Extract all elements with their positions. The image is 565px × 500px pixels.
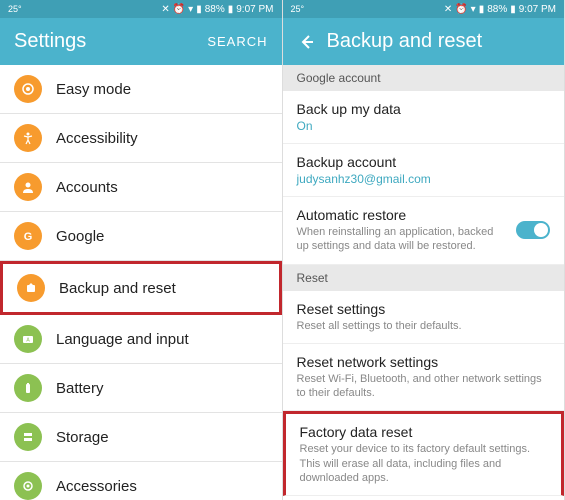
setting-factory-reset[interactable]: Factory data reset Reset your device to …: [283, 411, 565, 496]
item-storage[interactable]: Storage: [0, 413, 282, 462]
accessibility-icon: [14, 124, 42, 152]
accessories-icon: [14, 472, 42, 500]
statusbar-right: ✕ ⏰ ▾ ▮ 88% ▮ 9:07 PM: [444, 4, 556, 15]
alarm-icon: ⏰: [173, 4, 185, 15]
search-button[interactable]: SEARCH: [207, 34, 267, 49]
alarm-icon: ⏰: [455, 4, 467, 15]
page-title: Backup and reset: [327, 30, 483, 53]
setting-sub: Reset Wi-Fi, Bluetooth, and other networ…: [297, 372, 551, 401]
mute-icon: ✕: [444, 4, 452, 15]
battery-pct: 88%: [205, 4, 225, 15]
battery-icon: ▮: [228, 4, 234, 15]
setting-reset-settings[interactable]: Reset settings Reset all settings to the…: [283, 291, 565, 344]
statusbar-temp: 25°: [8, 4, 22, 14]
setting-title: Reset settings: [297, 301, 551, 317]
signal-icon: ▮: [196, 4, 202, 15]
item-label: Accounts: [56, 179, 118, 196]
setting-backup-account[interactable]: Backup account judysanhz30@gmail.com: [283, 144, 565, 197]
easy-mode-icon: [14, 75, 42, 103]
item-label: Language and input: [56, 331, 189, 348]
settings-header: Settings SEARCH: [0, 18, 282, 65]
statusbar: 25° ✕ ⏰ ▾ ▮ 88% ▮ 9:07 PM: [283, 0, 565, 18]
section-google-account: Google account: [283, 65, 565, 91]
backup-reset-icon: [17, 274, 45, 302]
setting-title: Automatic restore: [297, 207, 509, 223]
accounts-icon: [14, 173, 42, 201]
item-accessories[interactable]: Accessories: [0, 462, 282, 500]
setting-title: Reset network settings: [297, 354, 551, 370]
mute-icon: ✕: [161, 4, 169, 15]
back-icon[interactable]: [297, 33, 315, 51]
setting-title: Factory data reset: [300, 424, 548, 440]
setting-sub: When reinstalling an application, backed…: [297, 225, 509, 254]
setting-reset-network[interactable]: Reset network settings Reset Wi-Fi, Blue…: [283, 344, 565, 412]
setting-sub: Reset all settings to their defaults.: [297, 319, 551, 333]
item-label: Backup and reset: [59, 280, 176, 297]
item-label: Google: [56, 228, 104, 245]
setting-value: On: [297, 119, 551, 133]
backup-reset-screen: 25° ✕ ⏰ ▾ ▮ 88% ▮ 9:07 PM Backup and res…: [283, 0, 565, 500]
statusbar: 25° ✕ ⏰ ▾ ▮ 88% ▮ 9:07 PM: [0, 0, 282, 18]
page-title: Settings: [14, 30, 86, 53]
battery-pct: 88%: [487, 4, 507, 15]
language-icon: A: [14, 325, 42, 353]
item-battery[interactable]: Battery: [0, 364, 282, 413]
wifi-icon: ▾: [471, 4, 476, 15]
battery-icon: [14, 374, 42, 402]
auto-restore-toggle[interactable]: [516, 221, 550, 239]
backup-header: Backup and reset: [283, 18, 565, 65]
battery-icon: ▮: [510, 4, 516, 15]
item-accounts[interactable]: Accounts: [0, 163, 282, 212]
statusbar-time: 9:07 PM: [236, 4, 273, 15]
statusbar-right: ✕ ⏰ ▾ ▮ 88% ▮ 9:07 PM: [161, 4, 273, 15]
item-easy-mode[interactable]: Easy mode: [0, 65, 282, 114]
item-accessibility[interactable]: Accessibility: [0, 114, 282, 163]
setting-backup-data[interactable]: Back up my data On: [283, 91, 565, 144]
setting-auto-restore[interactable]: Automatic restore When reinstalling an a…: [283, 197, 565, 265]
setting-value: judysanhz30@gmail.com: [297, 172, 551, 186]
setting-title: Backup account: [297, 154, 551, 170]
item-label: Battery: [56, 380, 104, 397]
statusbar-time: 9:07 PM: [519, 4, 556, 15]
statusbar-temp: 25°: [291, 4, 305, 14]
item-label: Accessibility: [56, 130, 138, 147]
signal-icon: ▮: [479, 4, 485, 15]
svg-text:G: G: [24, 231, 33, 243]
storage-icon: [14, 423, 42, 451]
backup-list[interactable]: Google account Back up my data On Backup…: [283, 65, 565, 500]
settings-screen: 25° ✕ ⏰ ▾ ▮ 88% ▮ 9:07 PM Settings SEARC…: [0, 0, 283, 500]
section-reset: Reset: [283, 265, 565, 291]
item-language-input[interactable]: A Language and input: [0, 315, 282, 364]
google-icon: G: [14, 222, 42, 250]
item-label: Accessories: [56, 478, 137, 495]
settings-list[interactable]: Easy mode Accessibility Accounts G Googl…: [0, 65, 282, 500]
wifi-icon: ▾: [188, 4, 193, 15]
item-google[interactable]: G Google: [0, 212, 282, 261]
setting-sub: Reset your device to its factory default…: [300, 442, 548, 485]
item-label: Storage: [56, 429, 109, 446]
item-label: Easy mode: [56, 81, 131, 98]
setting-title: Back up my data: [297, 101, 551, 117]
item-backup-reset[interactable]: Backup and reset: [0, 261, 282, 315]
